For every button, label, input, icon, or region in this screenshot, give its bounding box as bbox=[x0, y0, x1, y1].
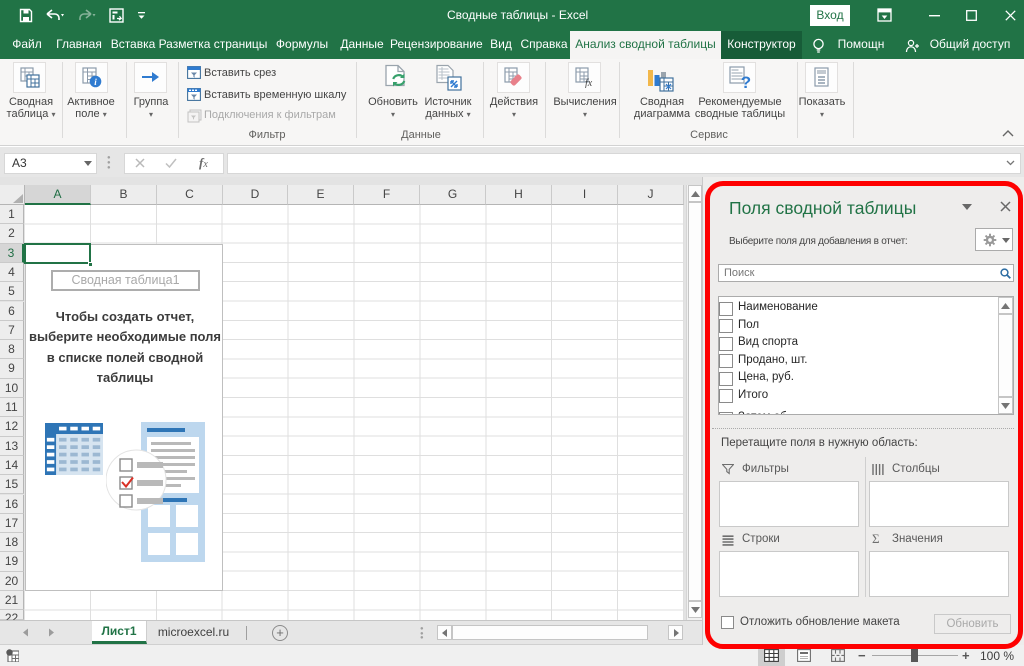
svg-text:fx: fx bbox=[585, 78, 593, 88]
svg-text:?: ? bbox=[741, 73, 751, 90]
